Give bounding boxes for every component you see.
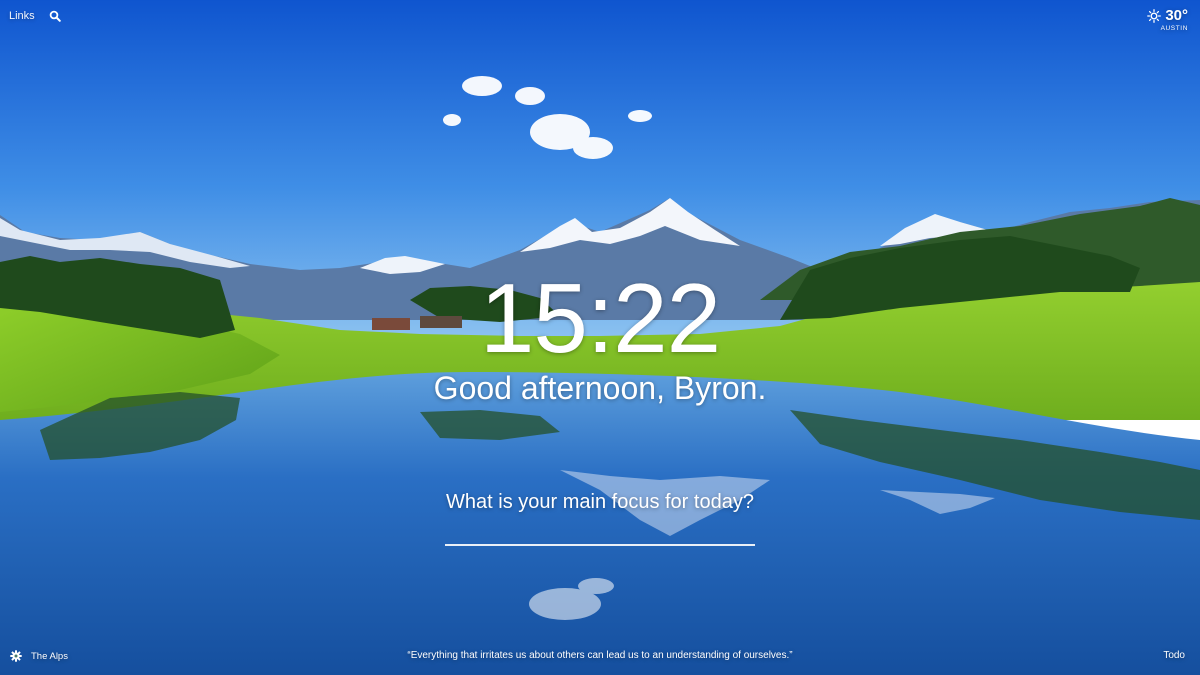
top-left-bar: Links	[9, 10, 61, 22]
sun-icon	[1147, 8, 1162, 23]
weather-widget[interactable]: 30° AUSTIN	[1147, 7, 1188, 32]
links-button[interactable]: Links	[9, 10, 35, 22]
focus-question: What is your main focus for today?	[446, 491, 754, 513]
weather-row: 30°	[1147, 7, 1188, 24]
momentum-new-tab: Links 30° AUSTIN 15:22 Good afternoon, B…	[0, 0, 1200, 675]
search-icon[interactable]	[49, 10, 61, 22]
todo-button[interactable]: Todo	[1163, 650, 1185, 661]
focus-input[interactable]	[445, 520, 755, 546]
greeting: Good afternoon, Byron.	[433, 370, 767, 406]
clock: 15:22	[479, 263, 721, 373]
daily-quote[interactable]: “Everything that irritates us about othe…	[0, 650, 1200, 661]
temperature: 30°	[1165, 7, 1188, 24]
weather-location: AUSTIN	[1160, 25, 1188, 32]
